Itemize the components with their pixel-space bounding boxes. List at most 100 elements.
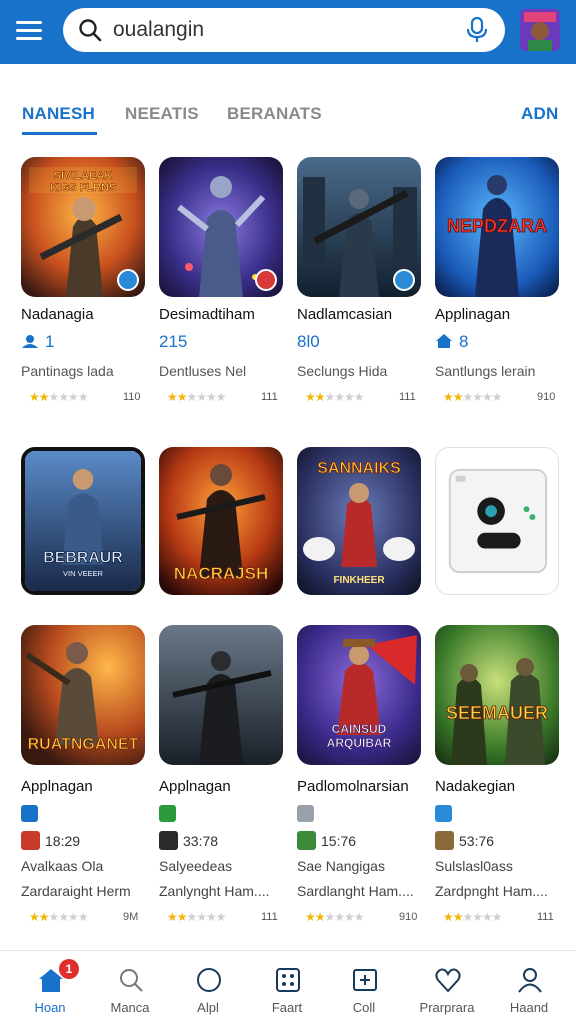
app-description: Zardpnght Ham.... bbox=[435, 883, 548, 899]
app-title: Nadakegian bbox=[435, 778, 516, 795]
rating-count: 111 bbox=[399, 391, 416, 403]
app-thumbnail bbox=[159, 625, 283, 765]
app-thumbnail: SEEMAUER bbox=[435, 625, 559, 765]
nav-item-haand[interactable]: Haand bbox=[490, 951, 568, 1024]
rating-count: 111 bbox=[537, 911, 554, 923]
developer-icon bbox=[159, 831, 178, 850]
rating-count: 910 bbox=[537, 391, 556, 403]
stat-value: 8 bbox=[459, 332, 469, 351]
category-tabs: NANESH NEEATIS BERANATS ADN bbox=[0, 92, 576, 142]
circle-icon bbox=[197, 968, 221, 992]
link-icon bbox=[435, 805, 452, 822]
app-thumbnail: RUATNGANET bbox=[21, 625, 145, 765]
app-subtitle: Sae Nangigas bbox=[297, 858, 385, 874]
art-title: RUATNGANET bbox=[28, 736, 139, 753]
app-title: Applnagan bbox=[159, 778, 231, 795]
svg-text:KIGS FLRNS: KIGS FLRNS bbox=[50, 182, 117, 194]
app-description: Zanlynght Ham.... bbox=[159, 883, 270, 899]
nav-item-coll[interactable]: Coll bbox=[325, 951, 403, 1024]
nav-label: Faart bbox=[271, 1000, 303, 1015]
app-card[interactable]: NEPDZARA Applinagan 8 Santlungs lerain ★… bbox=[435, 157, 559, 407]
edit-badge-icon bbox=[117, 269, 139, 291]
nav-label: Prarprara bbox=[419, 1000, 475, 1015]
app-thumbnail bbox=[297, 157, 421, 297]
app-time: 53:76 bbox=[459, 833, 495, 849]
app-card[interactable]: SANNAIKS FINKHEER bbox=[297, 447, 421, 595]
app-title: Padlomolnarsian bbox=[297, 778, 409, 795]
app-card[interactable]: Nadlamcasian 8l0 Seclungs Hida ★★★★★★ 11… bbox=[297, 157, 421, 407]
art-subtitle: VIN VEEER bbox=[63, 569, 103, 578]
app-card[interactable]: SIVILAEAK KIGS FLRNS Nadanagia 1 Pantina… bbox=[21, 157, 145, 407]
app-card[interactable]: NACRAJSH bbox=[159, 447, 283, 595]
star-rating-icon: ★★★★★★ bbox=[305, 390, 365, 404]
tab-beranats[interactable]: BERANATS bbox=[227, 104, 322, 124]
developer-icon bbox=[297, 831, 316, 850]
rating: ★★★★★★ bbox=[29, 910, 89, 924]
art-subtitle: FINKHEER bbox=[333, 575, 385, 586]
app-card[interactable]: Applnagan 33:78 Salyeedeas Zanlynght Ham… bbox=[159, 625, 283, 935]
check-badge-icon bbox=[255, 269, 277, 291]
nav-label: Alpl bbox=[197, 1000, 219, 1015]
search-icon bbox=[120, 969, 143, 992]
app-subtitle: Avalkaas Ola bbox=[21, 858, 104, 874]
nav-label: Manca bbox=[110, 1000, 150, 1015]
rating: ★★★★★★ bbox=[305, 390, 365, 404]
star-rating-icon: ★★★★★★ bbox=[167, 390, 227, 404]
gamepad-icon bbox=[297, 805, 314, 822]
grid-icon bbox=[276, 968, 300, 992]
tab-neeatis[interactable]: NEEATIS bbox=[125, 104, 199, 124]
rating-count: 111 bbox=[261, 911, 278, 923]
microphone-icon[interactable] bbox=[465, 16, 489, 44]
search-icon[interactable] bbox=[77, 17, 103, 43]
rating-count: 110 bbox=[123, 391, 141, 403]
app-description: Zardaraight Herm bbox=[21, 883, 131, 899]
bottom-navigation: 1 Hoan Manca Alpl Faart Coll Prarprara H… bbox=[0, 950, 576, 1024]
art-title: SEEMAUER bbox=[446, 703, 548, 723]
person-icon bbox=[22, 335, 38, 348]
nav-label: Hoan bbox=[34, 1000, 66, 1015]
star-rating-icon: ★★★★★★ bbox=[167, 910, 227, 924]
star-rating-icon: ★★★★★★ bbox=[443, 390, 503, 404]
svg-text:NEPDZARA: NEPDZARA bbox=[447, 216, 547, 236]
app-stat: 8 bbox=[435, 332, 468, 352]
nav-item-prarprara[interactable]: Prarprara bbox=[408, 951, 486, 1024]
tab-more[interactable]: ADN bbox=[521, 104, 558, 124]
app-title: Applnagan bbox=[21, 778, 93, 795]
rating: ★★★★★★ bbox=[167, 910, 227, 924]
stat-value: 1 bbox=[45, 332, 55, 351]
app-card[interactable]: RUATNGANET Applnagan 18:29 Avalkaas Ola … bbox=[21, 625, 145, 935]
edit-badge-icon bbox=[393, 269, 415, 291]
nav-item-faart[interactable]: Faart bbox=[248, 951, 326, 1024]
avatar[interactable] bbox=[520, 9, 560, 51]
home-icon bbox=[436, 334, 452, 348]
app-title: Applinagan bbox=[435, 306, 511, 323]
rating-count: 910 bbox=[399, 911, 418, 923]
app-card[interactable]: SEEMAUER Nadakegian 53:76 Sulslasl0ass Z… bbox=[435, 625, 559, 935]
stat-value: 8l0 bbox=[297, 332, 320, 351]
app-title: Nadlamcasian bbox=[297, 306, 393, 323]
app-card[interactable] bbox=[435, 447, 559, 595]
active-tab-indicator bbox=[22, 132, 97, 135]
nav-item-alpl[interactable]: Alpl bbox=[169, 951, 247, 1024]
search-bar[interactable] bbox=[63, 8, 505, 52]
rating-count: 111 bbox=[261, 391, 278, 403]
notification-badge: 1 bbox=[59, 959, 79, 979]
hamburger-menu-icon[interactable] bbox=[14, 16, 44, 46]
app-card[interactable]: BEBRAUR VIN VEEER bbox=[21, 447, 145, 595]
app-thumbnail: BEBRAUR VIN VEEER bbox=[21, 447, 145, 595]
app-time: 15:76 bbox=[321, 833, 357, 849]
stat-value: 215 bbox=[159, 332, 188, 351]
app-stat: 1 bbox=[21, 332, 54, 352]
app-title: Nadanagia bbox=[21, 306, 94, 323]
app-card[interactable]: CAINSUD ARQUIBAR Padlomolnarsian 15:76 S… bbox=[297, 625, 421, 935]
search-input[interactable] bbox=[113, 16, 443, 44]
app-thumbnail: CAINSUD ARQUIBAR bbox=[297, 625, 421, 765]
app-card[interactable]: Desimadtiham 215 Dentluses Nel ★★★★★★ 11… bbox=[159, 157, 283, 407]
star-rating-icon: ★★★★★★ bbox=[305, 910, 365, 924]
nav-item-manca[interactable]: Manca bbox=[91, 951, 169, 1024]
nav-item-home[interactable]: 1 Hoan bbox=[11, 951, 89, 1024]
nav-label: Haand bbox=[509, 1000, 549, 1015]
tab-nanesh[interactable]: NANESH bbox=[22, 104, 95, 124]
app-type-icon bbox=[21, 805, 38, 822]
app-subtitle: Seclungs Hida bbox=[297, 363, 388, 379]
